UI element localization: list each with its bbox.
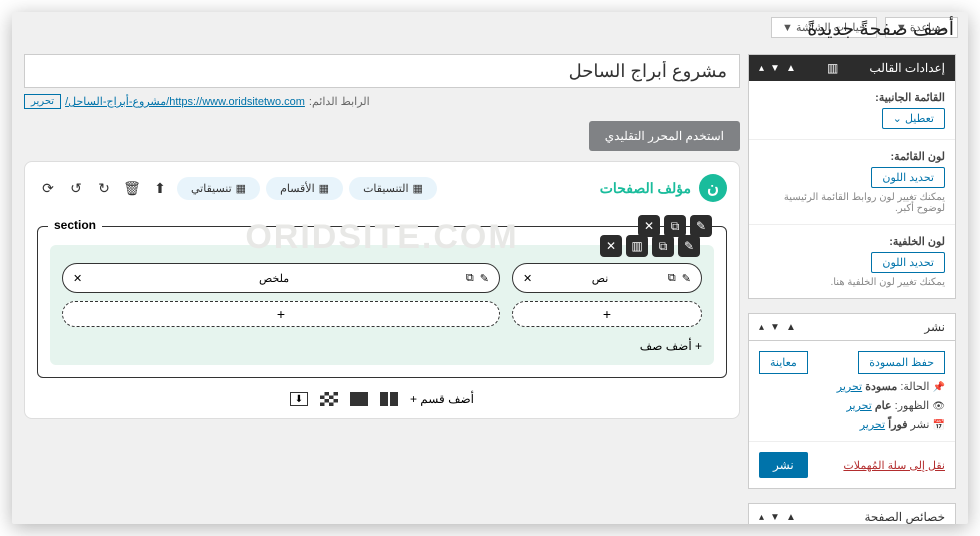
eye-icon: 👁 <box>932 401 945 412</box>
element-text[interactable]: ✎⧉ نص ✕ <box>512 263 702 293</box>
classic-editor-button[interactable]: استخدم المحرر التقليدي <box>589 121 740 151</box>
element-edit-icon[interactable]: ✎ <box>682 272 691 285</box>
publish-panel-header[interactable]: نشر ▲▼▴ <box>749 314 955 341</box>
element-summary[interactable]: ✎⧉ ملخص ✕ <box>62 263 500 293</box>
section-toolbar: ✎ ⧉ ✕ <box>638 215 712 237</box>
permalink-url[interactable]: https://www.oridsitetwo.com/مشروع-أبراج-… <box>65 95 305 108</box>
import-icon[interactable]: ⬆ <box>149 177 171 199</box>
builder-section: section ✎ ⧉ ✕ ✎ ⧉ ▥ ✕ <box>37 226 727 378</box>
chevron-up-icon[interactable]: ▲ <box>786 512 796 523</box>
builder-row: ✎ ⧉ ▥ ✕ ✎⧉ نص ✕ + <box>50 245 714 365</box>
trash-icon[interactable]: 🗑 <box>121 177 143 199</box>
row-columns-icon[interactable]: ▥ <box>626 235 648 257</box>
publish-button[interactable]: نشر <box>759 452 808 478</box>
menu-color-button[interactable]: تحديد اللون <box>871 167 945 188</box>
layout-two-col-icon[interactable] <box>380 392 398 406</box>
permalink-row: الرابط الدائم: https://www.oridsitetwo.c… <box>24 94 740 109</box>
element-delete-icon[interactable]: ✕ <box>523 272 532 285</box>
add-section-label[interactable]: أضف قسم + <box>410 392 474 406</box>
layout-full-icon[interactable] <box>350 392 368 406</box>
toggle-icon[interactable]: ▴ <box>759 512 764 523</box>
add-section-bar: أضف قسم + ⬇ <box>37 392 727 406</box>
layout-grid-icon[interactable] <box>320 392 338 406</box>
history-icon[interactable]: ⟳ <box>37 177 59 199</box>
section-edit-icon[interactable]: ✎ <box>690 215 712 237</box>
side-menu-select[interactable]: تعطيل ⌄ <box>882 108 945 129</box>
element-edit-icon[interactable]: ✎ <box>480 272 489 285</box>
post-title-input[interactable] <box>24 54 740 88</box>
add-row-button[interactable]: + أضف صف <box>62 339 702 353</box>
layout-export-icon[interactable]: ⬇ <box>290 392 308 406</box>
chevron-down-icon[interactable]: ▼ <box>770 63 780 74</box>
tab-templates[interactable]: ▦التنسيقات <box>349 177 437 200</box>
permalink-label: الرابط الدائم: <box>309 95 370 108</box>
move-to-trash-link[interactable]: نقل إلى سلة المُهملات <box>843 459 945 472</box>
toggle-icon[interactable]: ▴ <box>759 322 764 333</box>
tab-sections[interactable]: ▦الأقسام <box>266 177 343 200</box>
theme-settings-panel: إعدادات القالب ▥ ▲▼▴ القائمة الجانبية: ت… <box>748 54 956 299</box>
bg-color-hint: يمكنك تغيير لون الخلفية هنا. <box>759 277 945 288</box>
pin-icon: 📌 <box>933 382 945 393</box>
row-edit-icon[interactable]: ✎ <box>678 235 700 257</box>
visibility-edit-link[interactable]: تحرير <box>846 400 871 412</box>
add-element-button[interactable]: + <box>512 301 702 327</box>
menu-color-hint: يمكنك تغيير لون روابط القائمة الرئيسية ل… <box>759 192 945 214</box>
builder-brand-text: مؤلف الصفحات <box>600 180 691 197</box>
section-clone-icon[interactable]: ⧉ <box>664 215 686 237</box>
row-close-icon[interactable]: ✕ <box>600 235 622 257</box>
section-label: section <box>48 218 102 232</box>
calendar-icon: 📅 <box>933 420 945 431</box>
element-delete-icon[interactable]: ✕ <box>73 272 82 285</box>
chevron-up-icon[interactable]: ▲ <box>786 63 796 74</box>
preview-button[interactable]: معاينة <box>759 351 808 374</box>
bg-color-label: لون الخلفية: <box>759 235 945 248</box>
menu-color-label: لون القائمة: <box>759 150 945 163</box>
chevron-up-icon[interactable]: ▲ <box>786 322 796 333</box>
tab-my-templates[interactable]: ▦تنسيقاتي <box>177 177 260 200</box>
attributes-panel-header[interactable]: خصائص الصفحة ▲▼▴ <box>749 504 955 524</box>
add-element-button[interactable]: + <box>62 301 500 327</box>
schedule-edit-link[interactable]: تحرير <box>860 419 885 431</box>
chevron-down-icon[interactable]: ▼ <box>770 322 780 333</box>
row-clone-icon[interactable]: ⧉ <box>652 235 674 257</box>
publish-panel: نشر ▲▼▴ حفظ المسودة معاينة 📌 الحالة: مسو… <box>748 313 956 489</box>
element-clone-icon[interactable]: ⧉ <box>466 272 474 285</box>
theme-panel-header[interactable]: إعدادات القالب ▥ ▲▼▴ <box>749 55 955 81</box>
save-draft-button[interactable]: حفظ المسودة <box>858 351 945 374</box>
chevron-down-icon[interactable]: ▼ <box>770 512 780 523</box>
page-builder: ن مؤلف الصفحات ▦التنسيقات ▦الأقسام ▦تنسي… <box>24 161 740 419</box>
status-edit-link[interactable]: تحرير <box>837 381 862 393</box>
page-title: أضف صفحةً جديدةً <box>807 18 954 41</box>
permalink-edit-button[interactable]: تحرير <box>24 94 61 109</box>
page-attributes-panel: خصائص الصفحة ▲▼▴ <box>748 503 956 524</box>
element-clone-icon[interactable]: ⧉ <box>668 272 676 285</box>
side-menu-label: القائمة الجانبية: <box>759 91 945 104</box>
toggle-icon[interactable]: ▴ <box>759 63 764 74</box>
row-toolbar: ✎ ⧉ ▥ ✕ <box>600 235 700 257</box>
undo-icon[interactable]: ↺ <box>65 177 87 199</box>
redo-icon[interactable]: ↻ <box>93 177 115 199</box>
section-close-icon[interactable]: ✕ <box>638 215 660 237</box>
builder-logo-icon: ن <box>699 174 727 202</box>
bg-color-button[interactable]: تحديد اللون <box>871 252 945 273</box>
